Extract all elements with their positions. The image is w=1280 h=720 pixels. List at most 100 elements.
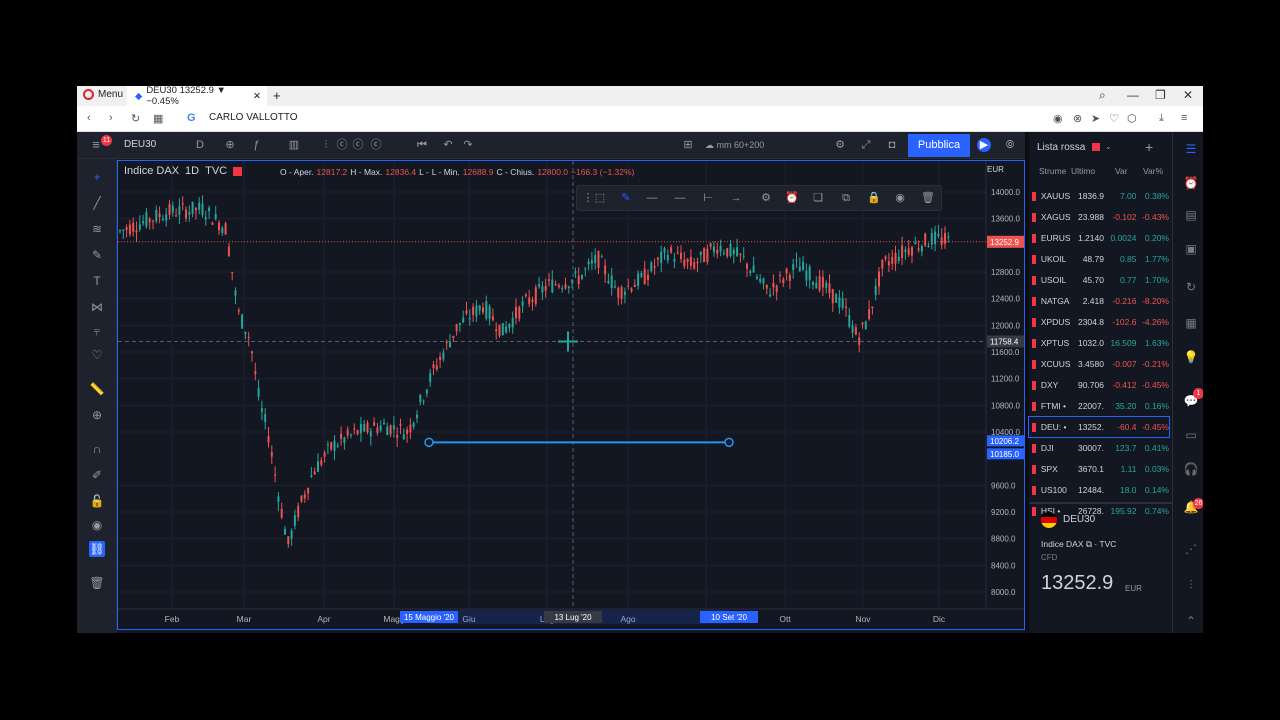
vpn-icon[interactable]: ♡ xyxy=(1109,112,1119,125)
watchlist-row[interactable]: XCUUS 3.4580 -0.007 -0.21% xyxy=(1029,354,1169,374)
watchlist-row[interactable]: SPX 3670.1 1.11 0.03% xyxy=(1029,459,1169,479)
bars-style-icon[interactable]: ▥ xyxy=(287,138,301,152)
fullscreen-icon[interactable]: ⤢ xyxy=(859,138,873,152)
price-chart[interactable]: 14000.0 13600.0 12800.0 12400.0 12000.0 11600… xyxy=(118,161,1024,629)
ideas-icon[interactable]: ⓒ xyxy=(369,138,383,152)
text-icon[interactable]: T xyxy=(89,273,105,289)
messages-icon[interactable]: ▭ xyxy=(1183,428,1199,444)
watchlist-row[interactable]: EURUS 1.2140 0.0024 0.20% xyxy=(1029,228,1169,248)
snapshot-icon[interactable]: ◉ xyxy=(1053,112,1063,125)
publish-button[interactable]: Pubblica xyxy=(908,134,970,157)
prediction-icon[interactable]: ⫧ xyxy=(89,323,105,339)
trash-icon[interactable]: 🗑 xyxy=(89,575,105,591)
symbol-search[interactable]: DEU30 xyxy=(124,139,156,150)
watchlist-row[interactable]: XPTUS 1032.0 16.509 1.63% xyxy=(1029,333,1169,353)
watchlist-row[interactable]: FTMI • 22007. 35.20 0.16% xyxy=(1029,396,1169,416)
stay-drawing-icon[interactable]: ✐ xyxy=(89,467,105,483)
link-icon[interactable]: ⛓ xyxy=(89,541,105,557)
download-icon[interactable]: ⤓ xyxy=(1159,112,1164,125)
settings-icon[interactable]: ⚙ xyxy=(833,138,847,152)
layout-name[interactable]: ☁ mm 60+200 xyxy=(705,138,795,152)
calendar-icon[interactable]: ↻ xyxy=(1183,280,1199,296)
external-link-icon[interactable]: ⧉ xyxy=(1086,539,1092,549)
line-width-icon[interactable]: — xyxy=(645,191,659,205)
streams-icon[interactable]: 🎧 xyxy=(1183,462,1199,478)
redo-icon[interactable]: ↷ xyxy=(461,138,475,152)
adblock-icon[interactable]: ⊗ xyxy=(1073,112,1082,125)
left-end-icon[interactable]: ⊢ xyxy=(701,191,715,205)
forward-icon[interactable]: › xyxy=(109,112,113,124)
back-icon[interactable]: ‹ xyxy=(87,112,91,124)
clone-icon[interactable]: ⧉ xyxy=(839,191,853,205)
address-text[interactable]: CARLO VALLOTTO xyxy=(209,112,298,123)
send-icon[interactable]: ➤ xyxy=(1091,112,1100,125)
add-symbol-icon[interactable]: + xyxy=(1145,139,1153,155)
search-icon[interactable]: ⌕ xyxy=(1099,88,1106,103)
watchlist-row[interactable]: US100 12484. 18.0 0.14% xyxy=(1029,480,1169,500)
alert-add-icon[interactable]: ⏰ xyxy=(785,191,799,205)
right-end-icon[interactable]: → xyxy=(729,191,743,205)
col-last[interactable]: Ultimo xyxy=(1071,166,1095,176)
ruler-icon[interactable]: 📏 xyxy=(89,381,105,397)
ideas-icon[interactable]: 💡 xyxy=(1183,350,1199,366)
replay-icon[interactable]: ⓒ xyxy=(351,138,365,152)
watchlist-row[interactable]: XAGUS 23.988 -0.102 -0.43% xyxy=(1029,207,1169,227)
brush-icon[interactable]: ✎ xyxy=(89,247,105,263)
alert-icon[interactable]: ⓒ xyxy=(335,138,349,152)
data-window-icon[interactable]: ▤ xyxy=(1183,208,1199,224)
extensions-icon[interactable]: ⬡ xyxy=(1127,112,1137,125)
camera-icon[interactable]: ◘ xyxy=(885,138,899,152)
alerts-clock-icon[interactable]: ⏰ xyxy=(1183,176,1199,192)
reload-icon[interactable]: ↻ xyxy=(131,112,140,125)
watchlist-title[interactable]: Lista rossa xyxy=(1037,142,1085,153)
indicators-icon[interactable]: ƒ xyxy=(249,138,263,152)
browser-tab[interactable]: ◆ DEU30 13252.9 ▼ −0.45% ✕ xyxy=(127,86,267,107)
chart-pane[interactable]: 14000.0 13600.0 12800.0 12400.0 12000.0 11600… xyxy=(117,160,1025,630)
line-style-icon[interactable]: — xyxy=(673,191,687,205)
templates-icon[interactable]: ⫶ xyxy=(319,138,333,152)
delete-drawing-icon[interactable]: 🗑 xyxy=(921,191,935,205)
lock-drawing-icon[interactable]: 🔒 xyxy=(867,191,881,205)
replay-bar-icon[interactable]: ⏮ xyxy=(415,138,429,152)
watchlist-row[interactable]: DEU: • 13252. -60.4 -0.45% xyxy=(1028,416,1170,438)
play-icon[interactable]: ▶ xyxy=(977,138,991,152)
watchlist-row[interactable]: NATGA 2.418 -0.216 -8.20% xyxy=(1029,291,1169,311)
col-symbol[interactable]: Strume xyxy=(1039,166,1066,176)
easy-setup-icon[interactable]: ≡ xyxy=(1181,112,1187,124)
watchlist-row[interactable]: USOIL 45.70 0.77 1.70% xyxy=(1029,270,1169,290)
template-icon[interactable]: ⬚ xyxy=(593,191,607,205)
restore-icon[interactable]: ❐ xyxy=(1155,88,1166,102)
col-change-pct[interactable]: Var% xyxy=(1143,166,1163,176)
watchlist-row[interactable]: XAUUS 1836.9 7.00 0.38% xyxy=(1029,186,1169,206)
close-window-icon[interactable]: ✕ xyxy=(1183,88,1193,102)
visibility-icon[interactable]: ◉ xyxy=(89,517,105,533)
collapse-icon[interactable]: ⌃ xyxy=(1183,614,1199,630)
dom-icon[interactable]: ⫶ xyxy=(1183,578,1199,594)
interval-button[interactable]: D xyxy=(193,138,207,152)
favorites-icon[interactable]: ♡ xyxy=(89,347,105,363)
col-change[interactable]: Var xyxy=(1115,166,1128,176)
watchlist-row[interactable]: XPDUS 2304.8 -102.6 -4.26% xyxy=(1029,312,1169,332)
zoom-icon[interactable]: ⊕ xyxy=(89,407,105,423)
settings-icon[interactable]: ⚙ xyxy=(759,191,773,205)
watchlist-row[interactable]: DJI 30007. 123.7 0.41% xyxy=(1029,438,1169,458)
watchlist-row[interactable]: DXY 90.706 -0.412 -0.45% xyxy=(1029,375,1169,395)
watchlist-icon[interactable]: ☰ xyxy=(1183,142,1199,158)
line-color-icon[interactable]: ✎ xyxy=(619,191,633,205)
chevron-down-icon[interactable]: ⌄ xyxy=(1105,142,1112,151)
minimize-icon[interactable]: — xyxy=(1127,88,1139,102)
compare-icon[interactable]: ⊕ xyxy=(223,138,237,152)
speed-dial-icon[interactable]: ▦ xyxy=(153,112,163,125)
undo-icon[interactable]: ↶ xyxy=(441,138,455,152)
opera-menu-button[interactable]: Menu xyxy=(83,89,123,100)
layout-icon[interactable]: ⊞ xyxy=(681,138,695,152)
trendline-icon[interactable]: ╱ xyxy=(89,195,105,211)
trading-icon[interactable]: ⋰ xyxy=(1183,542,1199,558)
visual-order-icon[interactable]: ❏ xyxy=(811,191,825,205)
live-stream-icon[interactable]: ⦾ xyxy=(1003,138,1017,152)
calendar-grid-icon[interactable]: ▦ xyxy=(1183,316,1199,332)
patterns-icon[interactable]: ⋈ xyxy=(89,299,105,315)
hotlists-icon[interactable]: ▣ xyxy=(1183,242,1199,258)
new-tab-button[interactable]: + xyxy=(273,88,281,103)
watchlist-row[interactable]: UKOIL 48.79 0.85 1.77% xyxy=(1029,249,1169,269)
